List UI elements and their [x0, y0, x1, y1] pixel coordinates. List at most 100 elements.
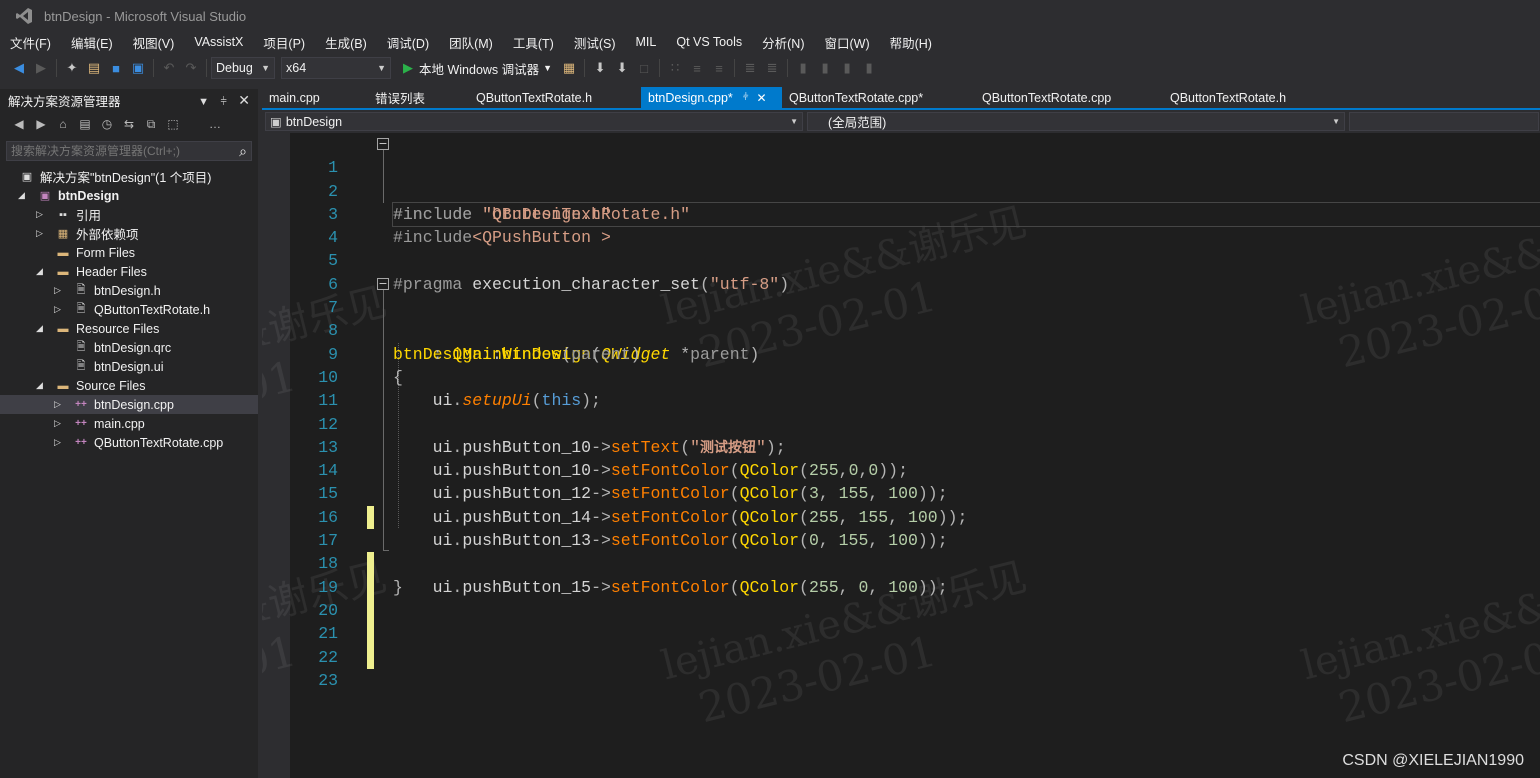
menu-build[interactable]: 生成(B) [315, 33, 377, 52]
solution-explorer-header: 解决方案资源管理器 ▼ ⫩ ✕ [0, 89, 258, 111]
tab-qbuttontextrotate-cpp[interactable]: QButtonTextRotate.cpp [975, 87, 1163, 108]
menu-view[interactable]: 视图(V) [123, 33, 185, 52]
menu-analyze[interactable]: 分析(N) [752, 33, 814, 52]
tab-qbuttontextrotate-h[interactable]: QButtonTextRotate.h [469, 87, 641, 108]
platform-select[interactable]: x64 ▼ [281, 57, 391, 79]
prev-bookmark-icon[interactable]: ▮ [814, 60, 836, 76]
forward-icon[interactable]: ▶ [32, 117, 50, 131]
expanded-arrow-icon[interactable]: ◢ [36, 323, 43, 334]
member-select[interactable] [1349, 112, 1539, 131]
tree-item-qbuttontextrotate-cpp[interactable]: ▷ ++ QButtonTextRotate.cpp [0, 433, 258, 452]
solution-search-input[interactable] [11, 144, 211, 158]
expanded-arrow-icon[interactable]: ◢ [18, 190, 25, 201]
menu-qt-vs-tools[interactable]: Qt VS Tools [666, 35, 752, 49]
tree-item-form-files[interactable]: ▬ Form Files [0, 243, 258, 262]
tree-item-resource-files[interactable]: ◢ ▬ Resource Files [0, 319, 258, 338]
tree-item-btndesign-h[interactable]: ▷ 🗎 btnDesign.h [0, 281, 258, 300]
show-all-files-icon[interactable]: ⬚ [164, 117, 182, 131]
tab-main-cpp[interactable]: main.cpp [262, 87, 368, 108]
tree-item-external-deps[interactable]: ▷ ▦ 外部依赖项 [0, 224, 258, 243]
tree-item-header-files[interactable]: ◢ ▬ Header Files [0, 262, 258, 281]
bookmark-icon[interactable]: ▮ [792, 60, 814, 76]
clear-bookmarks-icon[interactable]: ▮ [858, 60, 880, 76]
new-project-icon[interactable]: ✦ [61, 60, 83, 76]
back-icon[interactable]: ◀ [10, 117, 28, 131]
pin-icon[interactable]: ⫩ [220, 96, 226, 108]
rebuild-icon[interactable]: ⬇ [611, 60, 633, 76]
menu-test[interactable]: 测试(S) [564, 33, 626, 52]
tree-item-btndesign-ui[interactable]: 🗎 btnDesign.ui [0, 357, 258, 376]
tree-item-source-files[interactable]: ◢ ▬ Source Files [0, 376, 258, 395]
indent-icon[interactable]: ≡ [686, 61, 708, 76]
open-folder-icon[interactable]: ▤ [83, 60, 105, 76]
tab-label: QButtonTextRotate.cpp [982, 90, 1112, 105]
undo-icon[interactable]: ↶ [158, 60, 180, 76]
breakpoints-icon[interactable]: ∷ [664, 60, 686, 76]
code-line: 21 [262, 599, 1540, 643]
close-icon[interactable]: ✕ [757, 91, 767, 105]
save-icon[interactable]: ■ [105, 61, 127, 76]
tab-qbuttontextrotate-h-2[interactable]: QButtonTextRotate.h [1163, 87, 1313, 108]
solution-search-box[interactable]: ⌕ [6, 141, 252, 161]
menu-vassistx[interactable]: VAssistX [184, 35, 253, 49]
menu-debug[interactable]: 调试(D) [377, 33, 439, 52]
configuration-select[interactable]: Debug ▼ [211, 57, 275, 79]
tree-item-references[interactable]: ▷ ▪▪ 引用 [0, 205, 258, 224]
tab-error-list[interactable]: 错误列表 [368, 87, 469, 108]
pin-icon[interactable]: ⫩ [743, 92, 749, 103]
menu-team[interactable]: 团队(M) [439, 33, 503, 52]
tab-qbuttontextrotate-cpp-modified[interactable]: QButtonTextRotate.cpp* [782, 87, 975, 108]
collapsed-arrow-icon[interactable]: ▷ [36, 228, 43, 239]
scope-select[interactable]: (全局范围) ▼ [807, 112, 1345, 131]
menu-mil[interactable]: MIL [626, 35, 667, 49]
tab-btndesign-cpp[interactable]: btnDesign.cpp* ⫩ ✕ [641, 87, 782, 108]
tree-item-main-cpp[interactable]: ▷ ++ main.cpp [0, 414, 258, 433]
tree-item-btndesign-cpp[interactable]: ▷ ++ btnDesign.cpp [0, 395, 258, 414]
back-icon[interactable]: ◀ [8, 60, 30, 76]
menu-help[interactable]: 帮助(H) [880, 33, 942, 52]
uncomment-icon[interactable]: ≣ [761, 60, 783, 76]
code-editor[interactable]: lejian.xie&&谢乐见2023-02-01 lejian.xie&&谢乐… [262, 133, 1540, 778]
close-icon[interactable]: ✕ [238, 92, 250, 108]
project-select[interactable]: ▣ btnDesign ▼ [265, 112, 803, 131]
menu-window[interactable]: 窗口(W) [814, 33, 879, 52]
menu-edit[interactable]: 编辑(E) [61, 33, 123, 52]
menu-tools[interactable]: 工具(T) [503, 33, 564, 52]
find-in-files-icon[interactable]: ▦ [558, 60, 580, 76]
search-icon[interactable]: ⌕ [239, 143, 247, 160]
collapsed-arrow-icon[interactable]: ▷ [54, 418, 61, 429]
tree-item-solution[interactable]: ▣ 解决方案"btnDesign"(1 个项目) [0, 167, 258, 186]
start-debugger-button[interactable]: ▶ 本地 Windows 调试器 ▼ [403, 59, 552, 78]
code-line: 9 { [262, 319, 1540, 387]
panel-dropdown-icon[interactable]: ▼ [198, 96, 209, 108]
collapse-toggle-icon[interactable]: − [377, 277, 389, 290]
collapsed-arrow-icon[interactable]: ▷ [54, 304, 61, 315]
expanded-arrow-icon[interactable]: ◢ [36, 266, 43, 277]
home-icon[interactable]: ⌂ [54, 117, 72, 131]
code-line: 11 [262, 366, 1540, 410]
save-all-icon[interactable]: ▣ [127, 60, 149, 76]
forward-icon[interactable]: ▶ [30, 60, 52, 76]
outdent-icon[interactable]: ≡ [708, 61, 730, 76]
collapsed-arrow-icon[interactable]: ▷ [54, 285, 61, 296]
sync-icon[interactable]: ⇆ [120, 117, 138, 131]
tree-item-project[interactable]: ◢ ▣ btnDesign [0, 186, 258, 205]
comment-icon[interactable]: ≣ [739, 60, 761, 76]
clipboard-icon[interactable]: □ [633, 61, 655, 76]
build-icon[interactable]: ⬇ [589, 60, 611, 76]
properties-icon[interactable]: … [206, 117, 224, 131]
tree-item-btndesign-qrc[interactable]: 🗎 btnDesign.qrc [0, 338, 258, 357]
menu-project[interactable]: 项目(P) [253, 33, 315, 52]
next-bookmark-icon[interactable]: ▮ [836, 60, 858, 76]
pending-changes-icon[interactable]: ◷ [98, 117, 116, 131]
menu-file[interactable]: 文件(F) [0, 33, 61, 52]
expanded-arrow-icon[interactable]: ◢ [36, 380, 43, 391]
collapsed-arrow-icon[interactable]: ▷ [54, 437, 61, 448]
collapse-toggle-icon[interactable]: − [377, 138, 389, 150]
collapsed-arrow-icon[interactable]: ▷ [54, 399, 61, 410]
switch-views-icon[interactable]: ▤ [76, 117, 94, 131]
collapsed-arrow-icon[interactable]: ▷ [36, 209, 43, 220]
collapse-all-icon[interactable]: ⧉ [142, 117, 160, 132]
tree-item-qbuttontextrotate-h[interactable]: ▷ 🗎 QButtonTextRotate.h [0, 300, 258, 319]
redo-icon[interactable]: ↷ [180, 60, 202, 76]
